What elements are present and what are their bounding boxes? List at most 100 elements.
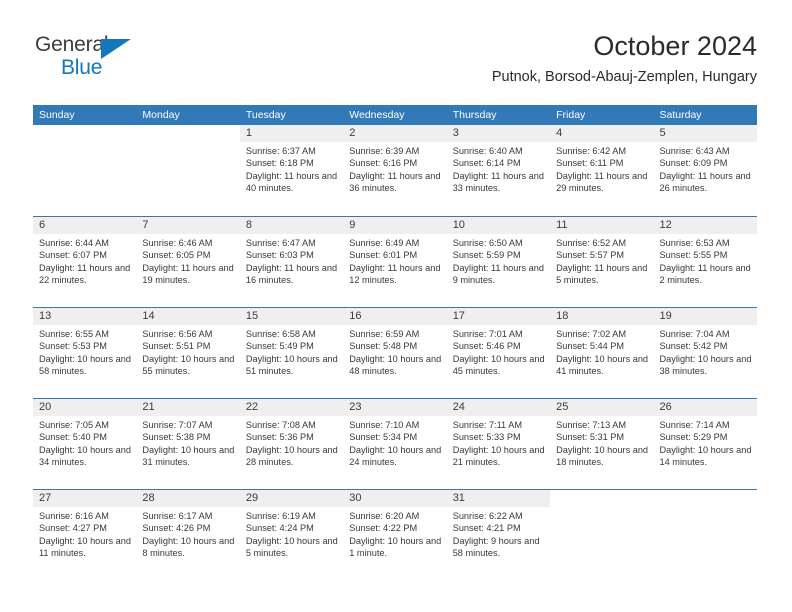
sunrise-text: Sunrise: 7:02 AM (556, 329, 627, 339)
calendar-day-cell[interactable]: 31 Sunrise: 6:22 AM Sunset: 4:21 PM Dayligh… (446, 490, 551, 579)
weekday-header-thursday: Thursday (452, 109, 497, 121)
calendar-day-cell[interactable]: 15 Sunrise: 6:58 AM Sunset: 5:49 PM Dayligh… (239, 308, 344, 397)
brand-name-blue: Blue (61, 56, 103, 79)
daylight-text: Daylight: 10 hours and 34 minutes. (39, 444, 131, 468)
calendar-day-cell[interactable]: 22 Sunrise: 7:08 AM Sunset: 5:36 PM Dayligh… (239, 399, 344, 488)
weekday-header-saturday: Saturday (659, 109, 702, 121)
day-number-band: 17 (446, 308, 551, 325)
sunrise-text: Sunrise: 6:43 AM (659, 146, 730, 156)
calendar-day-cell[interactable]: 25 Sunrise: 7:13 AM Sunset: 5:31 PM Dayligh… (550, 399, 654, 488)
calendar-day-cell[interactable]: 19 Sunrise: 7:04 AM Sunset: 5:42 PM Dayligh… (653, 308, 757, 397)
day-number: 4 (556, 127, 563, 139)
calendar-day-cell[interactable]: 21 Sunrise: 7:07 AM Sunset: 5:38 PM Dayligh… (136, 399, 240, 488)
calendar-day-cell[interactable]: 9 Sunrise: 6:49 AM Sunset: 6:01 PM Daylight… (343, 217, 447, 306)
calendar-day-cell[interactable]: 1 Sunrise: 6:37 AM Sunset: 6:18 PM Daylight… (239, 125, 344, 215)
day-number-band: 9 (343, 217, 447, 234)
calendar-day-cell[interactable]: 6 Sunrise: 6:44 AM Sunset: 6:07 PM Daylight… (33, 217, 137, 306)
day-number: 15 (245, 310, 259, 322)
daylight-text: Daylight: 11 hours and 36 minutes. (349, 170, 441, 194)
day-number-band: 2 (343, 125, 447, 142)
day-info: Sunrise: 7:08 AM Sunset: 5:36 PM Daylight:… (240, 416, 343, 469)
sunset-text: Sunset: 6:05 PM (142, 250, 211, 261)
daylight-text: Daylight: 10 hours and 48 minutes. (349, 353, 442, 377)
day-number-band: 25 (550, 399, 654, 416)
day-number-band: 18 (550, 308, 654, 325)
sunset-text: Sunset: 5:46 PM (452, 341, 521, 352)
calendar-grid: Sunday Monday Tuesday Wednesday Thursday Frid… (33, 105, 757, 579)
day-info: Sunrise: 7:11 AM Sunset: 5:33 PM Daylight:… (447, 416, 550, 469)
sunrise-text: Sunrise: 6:56 AM (142, 329, 213, 339)
calendar-day-cell[interactable]: 20 Sunrise: 7:05 AM Sunset: 5:40 PM Dayligh… (33, 399, 137, 488)
calendar-day-cell[interactable]: 14 Sunrise: 6:56 AM Sunset: 5:51 PM Dayligh… (136, 308, 240, 397)
day-number-band: 8 (239, 217, 344, 234)
day-number-band: 22 (239, 399, 344, 416)
calendar-day-cell[interactable]: 11 Sunrise: 6:52 AM Sunset: 5:57 PM Dayligh… (550, 217, 654, 306)
day-info: Sunrise: 6:55 AM Sunset: 5:53 PM Daylight:… (33, 325, 136, 378)
calendar-day-cell[interactable]: 24 Sunrise: 7:11 AM Sunset: 5:33 PM Dayligh… (446, 399, 551, 488)
sunrise-text: Sunrise: 6:39 AM (349, 146, 420, 156)
day-info: Sunrise: 6:52 AM Sunset: 5:57 PM Daylight:… (550, 234, 653, 287)
sunset-text: Sunset: 5:34 PM (349, 432, 418, 443)
day-number: 20 (39, 401, 52, 413)
day-info: Sunrise: 6:19 AM Sunset: 4:24 PM Daylight:… (240, 507, 343, 560)
calendar-day-cell[interactable]: 5 Sunrise: 6:43 AM Sunset: 6:09 PM Daylight… (653, 125, 757, 215)
calendar-day-cell[interactable]: 30 Sunrise: 6:20 AM Sunset: 4:22 PM Dayligh… (343, 490, 447, 579)
sunset-text: Sunset: 4:27 PM (39, 523, 107, 534)
daylight-text: Daylight: 11 hours and 29 minutes. (556, 170, 648, 194)
calendar-day-cell[interactable]: 27 Sunrise: 6:16 AM Sunset: 4:27 PM Dayligh… (33, 490, 137, 579)
sunset-text: Sunset: 4:22 PM (349, 523, 418, 534)
day-number: 25 (556, 401, 569, 413)
calendar-day-cell-empty (136, 125, 240, 215)
sunset-text: Sunset: 6:07 PM (39, 250, 107, 261)
day-info: Sunrise: 6:42 AM Sunset: 6:11 PM Daylight:… (550, 142, 653, 195)
calendar-day-cell[interactable]: 10 Sunrise: 6:50 AM Sunset: 5:59 PM Dayligh… (446, 217, 551, 306)
day-info: Sunrise: 6:40 AM Sunset: 6:14 PM Daylight:… (447, 142, 550, 195)
calendar-day-cell[interactable]: 16 Sunrise: 6:59 AM Sunset: 5:48 PM Dayligh… (343, 308, 447, 397)
sunset-text: Sunset: 4:24 PM (245, 523, 314, 534)
day-info: Sunrise: 6:49 AM Sunset: 6:01 PM Daylight:… (343, 234, 446, 287)
calendar-day-cell[interactable]: 29 Sunrise: 6:19 AM Sunset: 4:24 PM Dayligh… (239, 490, 344, 579)
day-number-band: 6 (33, 217, 137, 234)
day-number-band: 14 (136, 308, 240, 325)
sunset-text: Sunset: 5:49 PM (245, 341, 314, 352)
daylight-text: Daylight: 10 hours and 8 minutes. (142, 535, 235, 559)
calendar-day-cell[interactable]: 4 Sunrise: 6:42 AM Sunset: 6:11 PM Daylight… (550, 125, 654, 215)
calendar-day-cell[interactable]: 26 Sunrise: 7:14 AM Sunset: 5:29 PM Dayligh… (653, 399, 757, 488)
daylight-text: Daylight: 10 hours and 24 minutes. (349, 444, 442, 468)
sunset-text: Sunset: 6:14 PM (452, 158, 521, 169)
day-info: Sunrise: 6:56 AM Sunset: 5:51 PM Daylight:… (136, 325, 239, 378)
calendar-day-cell[interactable]: 13 Sunrise: 6:55 AM Sunset: 5:53 PM Dayligh… (33, 308, 137, 397)
day-number-band: 13 (33, 308, 137, 325)
calendar-day-cell[interactable]: 18 Sunrise: 7:02 AM Sunset: 5:44 PM Dayligh… (550, 308, 654, 397)
calendar-day-cell[interactable]: 3 Sunrise: 6:40 AM Sunset: 6:14 PM Daylight… (446, 125, 551, 215)
calendar-day-cell[interactable]: 8 Sunrise: 6:47 AM Sunset: 6:03 PM Daylight… (239, 217, 344, 306)
day-number-band: 20 (33, 399, 137, 416)
day-number-band: 30 (343, 490, 447, 507)
calendar-day-cell[interactable]: 7 Sunrise: 6:46 AM Sunset: 6:05 PM Daylight… (136, 217, 240, 306)
page-title: October 2024 (593, 31, 757, 61)
sunrise-text: Sunrise: 6:40 AM (452, 146, 523, 156)
sunset-text: Sunset: 5:40 PM (39, 432, 107, 443)
day-number-band (136, 125, 239, 142)
calendar-day-cell[interactable]: 23 Sunrise: 7:10 AM Sunset: 5:34 PM Dayligh… (343, 399, 447, 488)
sunrise-text: Sunrise: 6:20 AM (349, 511, 420, 521)
day-number: 11 (556, 219, 568, 231)
day-number: 16 (349, 310, 362, 322)
daylight-text: Daylight: 10 hours and 14 minutes. (659, 444, 752, 468)
daylight-text: Daylight: 10 hours and 28 minutes. (245, 444, 338, 468)
day-info: Sunrise: 6:16 AM Sunset: 4:27 PM Daylight:… (33, 507, 136, 560)
calendar-day-cell-empty (550, 490, 654, 579)
calendar-day-cell[interactable]: 28 Sunrise: 6:17 AM Sunset: 4:26 PM Dayligh… (136, 490, 240, 579)
day-number: 18 (556, 310, 569, 322)
day-info: Sunrise: 7:07 AM Sunset: 5:38 PM Daylight:… (136, 416, 239, 469)
daylight-text: Daylight: 11 hours and 19 minutes. (142, 262, 234, 286)
sunrise-text: Sunrise: 6:17 AM (142, 511, 213, 521)
calendar-day-cell[interactable]: 12 Sunrise: 6:53 AM Sunset: 5:55 PM Dayligh… (653, 217, 757, 306)
calendar-day-cell[interactable]: 2 Sunrise: 6:39 AM Sunset: 6:16 PM Daylight… (343, 125, 447, 215)
daylight-text: Daylight: 11 hours and 33 minutes. (452, 170, 544, 194)
calendar-day-cell[interactable]: 17 Sunrise: 7:01 AM Sunset: 5:46 PM Dayligh… (446, 308, 551, 397)
sunrise-text: Sunrise: 6:16 AM (39, 511, 109, 521)
sunrise-text: Sunrise: 6:52 AM (556, 238, 627, 248)
sunset-text: Sunset: 6:01 PM (349, 250, 418, 261)
sunset-text: Sunset: 5:48 PM (349, 341, 418, 352)
